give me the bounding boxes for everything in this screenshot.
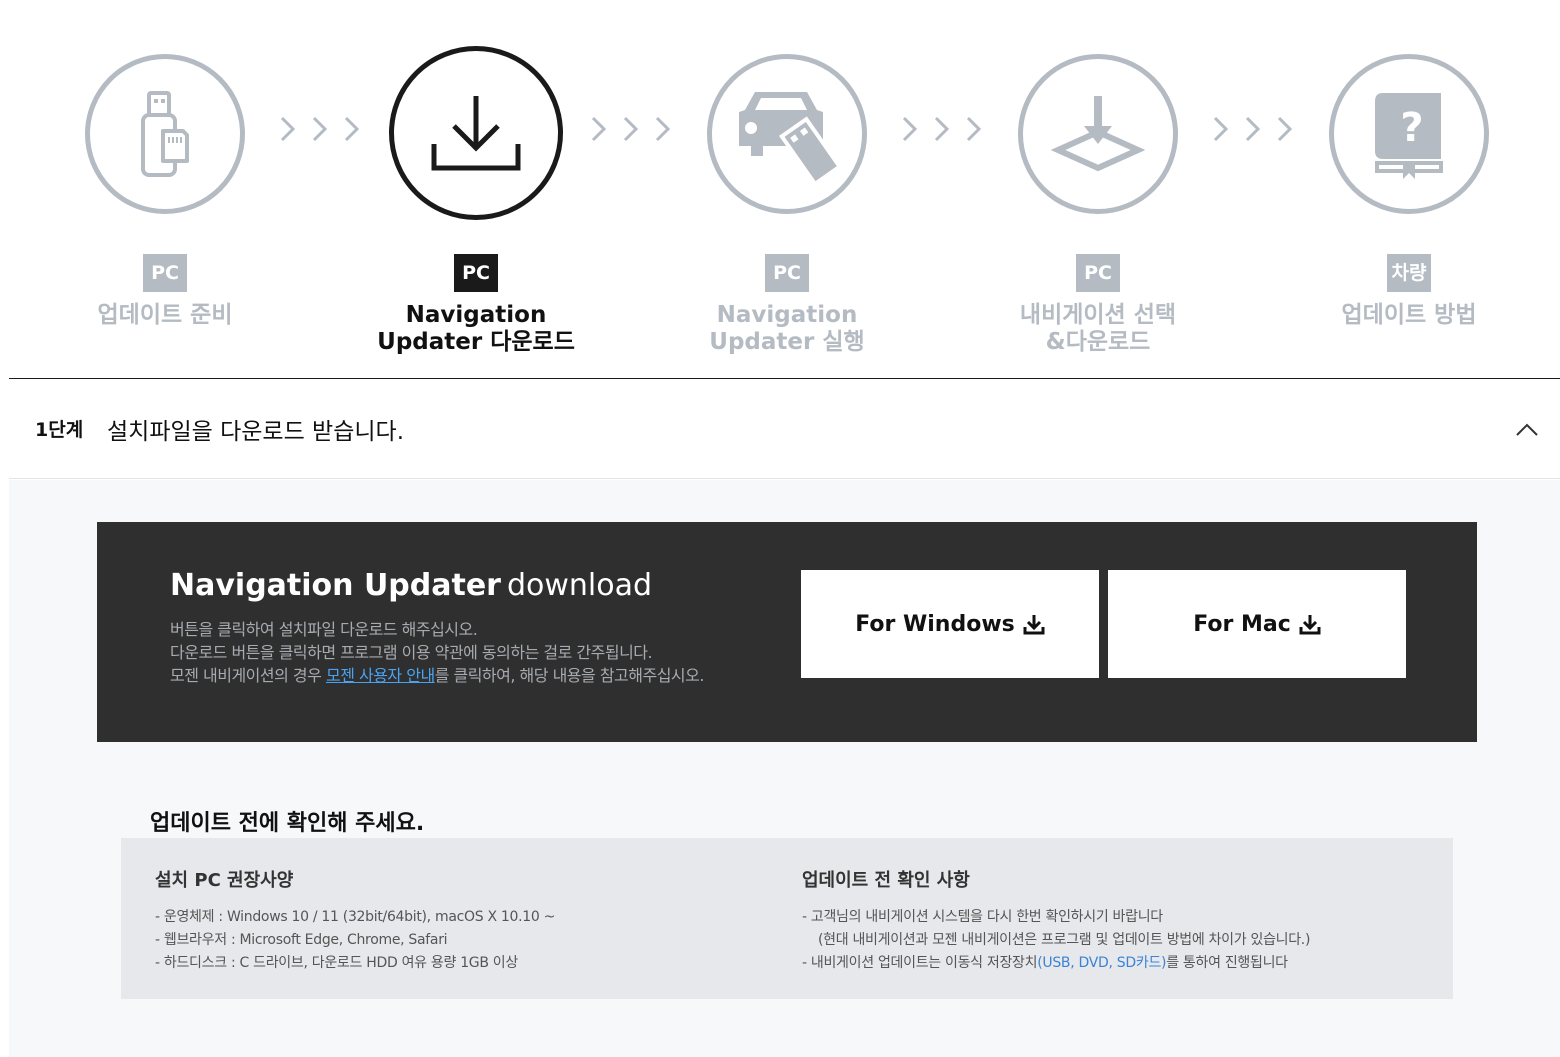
desc-text: 모젠 내비게이션의 경우 [170, 666, 326, 685]
chevron-right-icon [1211, 112, 1231, 146]
step-arrows [900, 112, 984, 146]
download-title-light: download [506, 568, 653, 603]
download-title-bold: Navigation Updater [170, 568, 501, 603]
step-badge: PC [143, 254, 187, 292]
stage-number: 1단계 [35, 419, 84, 441]
car-usb-icon [739, 92, 843, 184]
pre-update-checklist: 업데이트 전 확인 사항 - 고객님의 내비게이션 시스템을 다시 한번 확인하… [802, 866, 1310, 975]
step-progress: PC 업데이트 준비 PC Navigation Updater 다운로드 PC… [0, 0, 1560, 378]
stage-header[interactable]: 1단계 설치파일을 다운로드 받습니다. [9, 379, 1560, 479]
pre-update-list: - 고객님의 내비게이션 시스템을 다시 한번 확인하시기 바랍니다 (현대 내… [802, 906, 1310, 975]
pc-requirements: 설치 PC 권장사양 - 운영체제 : Windows 10 / 11 (32b… [155, 866, 555, 975]
chevron-right-icon [1243, 112, 1263, 146]
map-download-icon [1050, 96, 1146, 172]
step-badge: PC [1076, 254, 1120, 292]
download-description: 버튼을 클릭하여 설치파일 다운로드 해주십시오. 다운로드 버튼을 클릭하면 … [170, 618, 704, 687]
list-text: 를 통하여 진행됩니다 [1166, 955, 1288, 971]
step-circle [1018, 54, 1178, 214]
step-badge: PC [765, 254, 809, 292]
step-title: Navigation Updater 실행 [709, 302, 865, 355]
mozen-guide-link[interactable]: 모젠 사용자 안내 [326, 666, 435, 685]
list-text: - 내비게이션 업데이트는 이동식 저장장치 [802, 955, 1038, 971]
pc-requirements-title: 설치 PC 권장사양 [155, 870, 294, 891]
usb-sd-card-icon [141, 91, 189, 177]
step-arrows [1211, 112, 1295, 146]
download-box: Navigation Updater download 버튼을 클릭하여 설치파일… [97, 522, 1477, 742]
list-item: - 웹브라우저 : Microsoft Edge, Chrome, Safari [155, 932, 448, 948]
step-badge: PC [454, 254, 498, 292]
check-section-title: 업데이트 전에 확인해 주세요. [150, 811, 425, 836]
check-info-box: 설치 PC 권장사양 - 운영체제 : Windows 10 / 11 (32b… [121, 838, 1453, 999]
chevron-right-icon [621, 112, 641, 146]
desc-line: 버튼을 클릭하여 설치파일 다운로드 해주십시오. [170, 620, 478, 639]
step-circle: ? [1329, 54, 1489, 214]
step-title: 업데이트 준비 [97, 302, 233, 328]
chevron-right-icon [1275, 112, 1295, 146]
chevron-right-icon [900, 112, 920, 146]
step-circle [389, 46, 563, 220]
chevron-right-icon [589, 112, 609, 146]
list-item: - 운영체제 : Windows 10 / 11 (32bit/64bit), … [155, 909, 556, 925]
stage-title: 설치파일을 다운로드 받습니다. [107, 419, 405, 445]
chevron-right-icon [342, 112, 362, 146]
list-item: - 하드디스크 : C 드라이브, 다운로드 HDD 여유 용량 1GB 이상 [155, 955, 518, 971]
step-title: Navigation Updater 다운로드 [377, 302, 575, 355]
desc-line: 모젠 내비게이션의 경우 모젠 사용자 안내를 클릭하여, 해당 내용을 참고해… [170, 664, 704, 687]
step-arrows [589, 112, 673, 146]
download-icon [1023, 615, 1045, 635]
chevron-right-icon [964, 112, 984, 146]
chevron-right-icon [653, 112, 673, 146]
step-circle [85, 54, 245, 214]
step-arrows [278, 112, 362, 146]
step-title: 내비게이션 선택 &다운로드 [1019, 302, 1177, 355]
download-mac-button[interactable]: For Mac [1108, 570, 1406, 678]
download-windows-label: For Windows [855, 611, 1015, 637]
desc-text: 를 클릭하여, 해당 내용을 참고해주십시오. [434, 666, 705, 685]
list-item: - 고객님의 내비게이션 시스템을 다시 한번 확인하시기 바랍니다 [802, 909, 1163, 925]
desc-line: 다운로드 버튼을 클릭하면 프로그램 이용 약관에 동의하는 걸로 간주됩니다. [170, 643, 653, 662]
help-book-icon: ? [1375, 93, 1443, 179]
list-item: - 내비게이션 업데이트는 이동식 저장장치(USB, DVD, SD카드)를 … [802, 952, 1310, 975]
storage-highlight: (USB, DVD, SD카드) [1037, 955, 1167, 971]
chevron-right-icon [310, 112, 330, 146]
svg-text:?: ? [1400, 105, 1423, 151]
download-windows-button[interactable]: For Windows [801, 570, 1099, 678]
pc-requirements-list: - 운영체제 : Windows 10 / 11 (32bit/64bit), … [155, 906, 555, 975]
step-title: 업데이트 방법 [1341, 302, 1477, 328]
list-item: (현대 내비게이션과 모젠 내비게이션은 프로그램 및 업데이트 방법에 차이가… [818, 932, 1311, 948]
step-badge: 차량 [1387, 254, 1431, 292]
step-circle [707, 54, 867, 214]
download-icon [431, 96, 521, 171]
chevron-right-icon [932, 112, 952, 146]
download-icon [1299, 615, 1321, 635]
stage-content: Navigation Updater download 버튼을 클릭하여 설치파일… [9, 480, 1560, 1057]
chevron-right-icon [278, 112, 298, 146]
download-mac-label: For Mac [1193, 611, 1291, 637]
download-title: Navigation Updater download [170, 568, 652, 603]
collapse-chevron-up-icon[interactable] [1512, 415, 1542, 445]
pre-update-title: 업데이트 전 확인 사항 [802, 870, 970, 891]
